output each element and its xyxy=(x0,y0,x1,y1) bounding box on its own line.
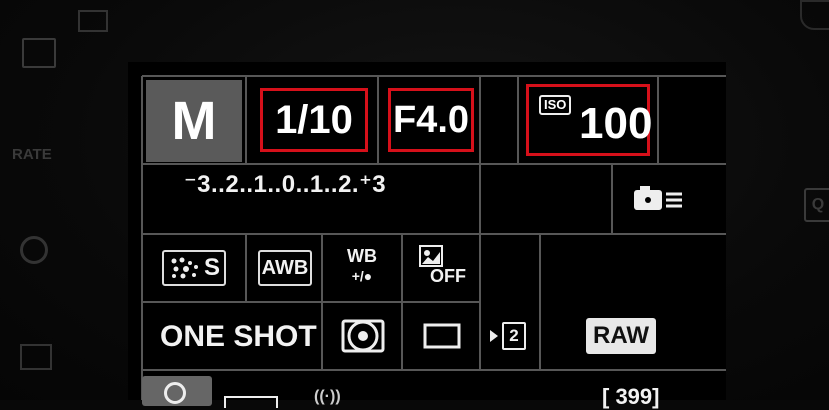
shooting-mode[interactable]: M xyxy=(146,80,242,162)
wb-shift-bottom-label: +/● xyxy=(351,268,373,284)
aperture[interactable]: F4.0 xyxy=(388,88,474,152)
iso-label: ISO xyxy=(539,95,572,115)
exposure-level-scale[interactable]: ⁻3..2..1..0..1..2.⁺3 xyxy=(184,170,386,199)
wireless-icon: ((·)) xyxy=(314,388,341,405)
iso-setting[interactable]: ISO 100 xyxy=(526,84,653,156)
self-timer[interactable]: 2 xyxy=(488,320,532,352)
camera-settings-icon xyxy=(634,186,682,210)
picture-style-icon xyxy=(171,257,198,279)
aperture-value: F4.0 xyxy=(392,98,470,141)
playback-icon[interactable] xyxy=(20,344,52,370)
right-dial-edge xyxy=(800,0,829,30)
evaluative-metering-icon xyxy=(341,319,385,353)
shutter-speed-value: 1/10 xyxy=(275,97,353,142)
iso-value: 100 xyxy=(579,99,653,148)
magnify-icon[interactable] xyxy=(20,236,48,264)
drive-mode[interactable] xyxy=(422,322,462,350)
bottom-box-icon xyxy=(224,396,278,408)
white-balance[interactable]: AWB xyxy=(258,250,312,286)
bottom-selected-icon[interactable] xyxy=(142,376,212,406)
alo-icon xyxy=(419,245,443,267)
self-timer-seconds: 2 xyxy=(502,322,526,350)
picture-style[interactable]: S xyxy=(162,250,226,286)
white-balance-value: AWB xyxy=(261,256,309,279)
wb-shift-top-label: WB xyxy=(347,246,377,266)
picture-style-label: S xyxy=(203,254,220,281)
edit-icon[interactable] xyxy=(22,38,56,68)
wb-shift-bracketing[interactable]: WB +/● xyxy=(342,246,382,290)
alo-value: OFF xyxy=(430,266,466,286)
playback-top-icon[interactable] xyxy=(78,10,108,32)
arrow-right-icon xyxy=(490,330,498,342)
custom-controls-icon[interactable] xyxy=(632,184,688,214)
q-button[interactable]: Q xyxy=(804,188,829,222)
auto-lighting-optimizer[interactable]: OFF xyxy=(418,244,466,290)
shots-remaining: [ 399] xyxy=(602,384,660,409)
af-operation[interactable]: ONE SHOT xyxy=(160,320,317,354)
bottom-selected-inner-icon xyxy=(164,382,186,404)
image-quality[interactable]: RAW xyxy=(586,318,656,354)
single-shot-icon xyxy=(423,323,461,349)
shutter-speed[interactable]: 1/10 xyxy=(260,88,368,152)
metering-mode[interactable] xyxy=(340,318,386,354)
quick-control-screen: M 1/10 F4.0 ISO 100 ⁻3..2..1..0..1..2.⁺3 xyxy=(128,62,726,409)
rate-button[interactable]: RATE xyxy=(12,146,52,163)
